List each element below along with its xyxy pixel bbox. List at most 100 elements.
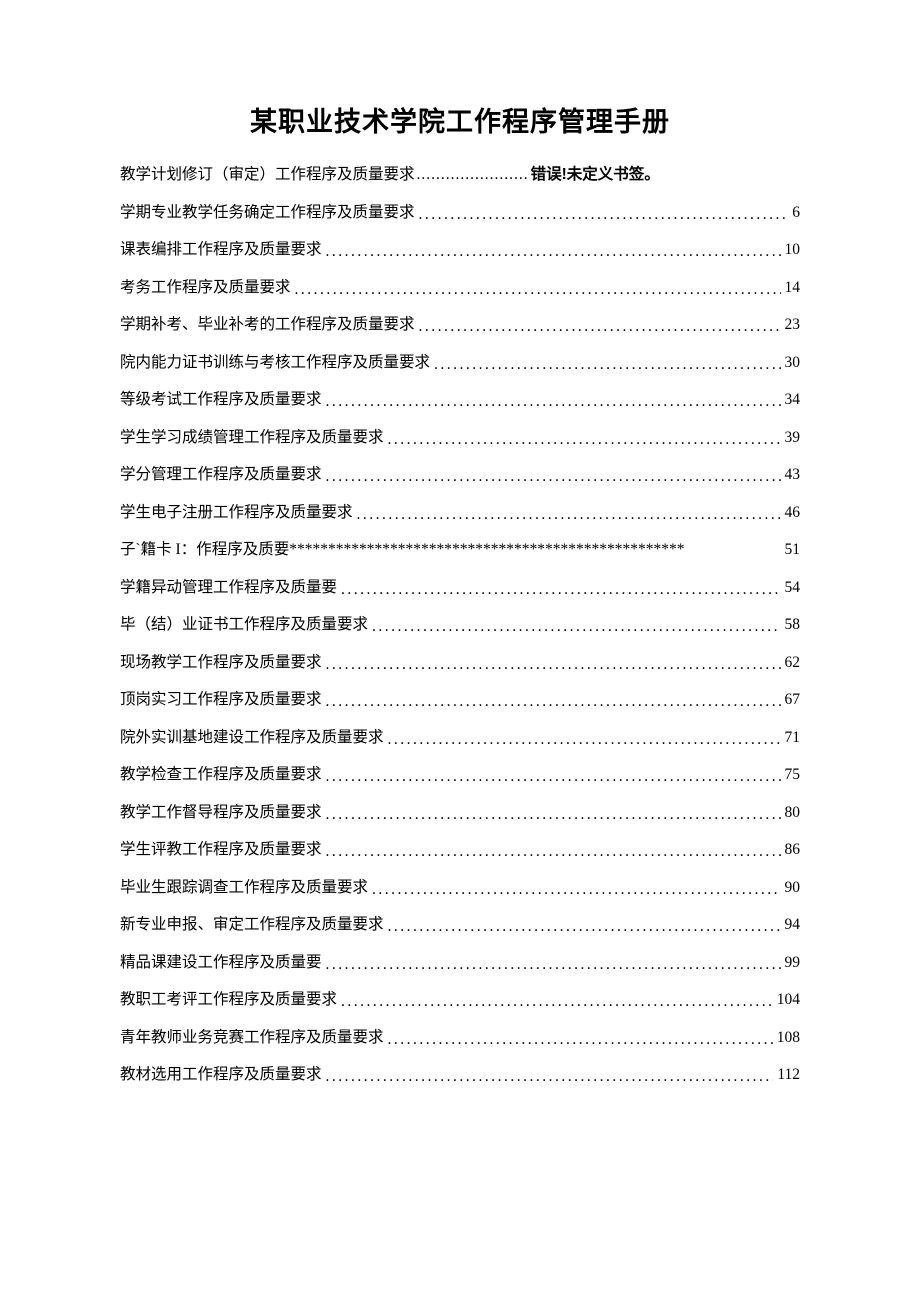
toc-entry: 毕业生跟踪调查工作程序及质量要求 90: [120, 880, 800, 896]
toc-leader: [326, 844, 781, 860]
toc-page: 99: [785, 955, 801, 971]
toc-page: 39: [785, 430, 801, 446]
toc-entry: 学分管理工作程序及质量要求 43: [120, 467, 800, 483]
toc-leader: [295, 282, 781, 298]
toc-page: 104: [777, 992, 800, 1008]
toc-leader: [388, 919, 781, 935]
toc-leader: [326, 807, 781, 823]
toc-label: 学生评教工作程序及质量要求: [120, 842, 322, 858]
toc-leader: [326, 1069, 774, 1085]
toc-label: 教学计划修订（审定）工作程序及质量要求: [120, 167, 415, 183]
toc-leader: [326, 244, 781, 260]
toc-page: 30: [785, 355, 801, 371]
toc-label: 等级考试工作程序及质量要求: [120, 392, 322, 408]
toc-entry: 顶岗实习工作程序及质量要求 67: [120, 692, 800, 708]
toc-leader: [326, 694, 781, 710]
toc-label: 学生电子注册工作程序及质量要求: [120, 505, 353, 521]
toc-label: 学籍异动管理工作程序及质量要: [120, 580, 337, 596]
toc-leader: [388, 432, 781, 448]
toc-label: 课表编排工作程序及质量要求: [120, 242, 322, 258]
toc-label: 顶岗实习工作程序及质量要求: [120, 692, 322, 708]
toc-entry: 教职工考评工作程序及质量要求 104: [120, 992, 800, 1008]
toc-leader: [419, 319, 781, 335]
toc-label: 子`籍卡 I：作程序及质要: [120, 542, 289, 558]
toc-page: 86: [785, 842, 801, 858]
table-of-contents: 教学计划修订（审定）工作程序及质量要求.....................…: [120, 167, 800, 1083]
toc-page: 46: [785, 505, 801, 521]
toc-entry: 院外实训基地建设工作程序及质量要求 71: [120, 730, 800, 746]
toc-page: 23: [785, 317, 801, 333]
toc-page: 108: [777, 1030, 800, 1046]
toc-entry: 学籍异动管理工作程序及质量要 54: [120, 580, 800, 596]
toc-entry: 学生电子注册工作程序及质量要求 46: [120, 505, 800, 521]
toc-page: 43: [785, 467, 801, 483]
toc-leader: .......................: [417, 167, 529, 183]
toc-leader: [326, 469, 781, 485]
toc-label: 青年教师业务竞赛工作程序及质量要求: [120, 1030, 384, 1046]
toc-label: 学生学习成绩管理工作程序及质量要求: [120, 430, 384, 446]
toc-entry: 子`籍卡 I：作程序及质要 51: [120, 542, 800, 558]
toc-label: 毕业生跟踪调查工作程序及质量要求: [120, 880, 368, 896]
toc-leader: [372, 882, 780, 898]
toc-entry: 等级考试工作程序及质量要求 34: [120, 392, 800, 408]
toc-leader: [388, 1032, 773, 1048]
toc-page: 14: [785, 280, 801, 296]
toc-entry: 教学计划修订（审定）工作程序及质量要求.....................…: [120, 167, 800, 183]
toc-entry: 学生评教工作程序及质量要求 86: [120, 842, 800, 858]
toc-label: 精品课建设工作程序及质量要: [120, 955, 322, 971]
toc-entry: 考务工作程序及质量要求 14: [120, 280, 800, 296]
toc-page: 112: [777, 1067, 800, 1083]
toc-page: 58: [785, 617, 801, 633]
toc-page: 6: [792, 205, 800, 221]
toc-label: 院内能力证书训练与考核工作程序及质量要求: [120, 355, 430, 371]
toc-page: 75: [785, 767, 801, 783]
toc-leader: [388, 732, 781, 748]
toc-leader: [326, 957, 781, 973]
toc-leader: [341, 994, 773, 1010]
toc-page: 94: [785, 917, 801, 933]
toc-page: 80: [785, 805, 801, 821]
toc-entry: 精品课建设工作程序及质量要 99: [120, 955, 800, 971]
toc-entry: 青年教师业务竞赛工作程序及质量要求 108: [120, 1030, 800, 1046]
toc-label: 现场教学工作程序及质量要求: [120, 655, 322, 671]
toc-error: 错误!未定义书签。: [531, 167, 660, 183]
toc-page: 51: [785, 542, 801, 558]
toc-entry: 新专业申报、审定工作程序及质量要求 94: [120, 917, 800, 933]
toc-entry: 教材选用工作程序及质量要求 112: [120, 1067, 800, 1083]
toc-entry: 现场教学工作程序及质量要求 62: [120, 655, 800, 671]
toc-label: 学期补考、毕业补考的工作程序及质量要求: [120, 317, 415, 333]
toc-label: 学分管理工作程序及质量要求: [120, 467, 322, 483]
toc-leader: [372, 619, 780, 635]
toc-label: 教职工考评工作程序及质量要求: [120, 992, 337, 1008]
toc-label: 新专业申报、审定工作程序及质量要求: [120, 917, 384, 933]
toc-leader: [326, 769, 781, 785]
toc-leader: [341, 582, 780, 598]
toc-leader: [419, 207, 789, 223]
toc-leader: [357, 507, 781, 523]
toc-entry: 学期专业教学任务确定工作程序及质量要求 6: [120, 205, 800, 221]
toc-leader-stars: [289, 542, 784, 558]
toc-page: 67: [785, 692, 801, 708]
toc-label: 教材选用工作程序及质量要求: [120, 1067, 322, 1083]
toc-entry: 毕（结）业证书工作程序及质量要求 58: [120, 617, 800, 633]
toc-entry: 教学检查工作程序及质量要求75: [120, 767, 800, 783]
toc-entry: 学期补考、毕业补考的工作程序及质量要求 23: [120, 317, 800, 333]
toc-label: 院外实训基地建设工作程序及质量要求: [120, 730, 384, 746]
toc-label: 教学工作督导程序及质量要求: [120, 805, 322, 821]
toc-entry: 学生学习成绩管理工作程序及质量要求 39: [120, 430, 800, 446]
document-title: 某职业技术学院工作程序管理手册: [120, 100, 800, 139]
toc-label: 学期专业教学任务确定工作程序及质量要求: [120, 205, 415, 221]
toc-page: 90: [785, 880, 801, 896]
toc-page: 71: [785, 730, 801, 746]
toc-leader: [326, 394, 781, 410]
toc-entry: 院内能力证书训练与考核工作程序及质量要求 30: [120, 355, 800, 371]
toc-page: 34: [785, 392, 801, 408]
toc-label: 毕（结）业证书工作程序及质量要求: [120, 617, 368, 633]
toc-leader: [434, 357, 780, 373]
toc-page: 62: [785, 655, 801, 671]
toc-label: 考务工作程序及质量要求: [120, 280, 291, 296]
toc-page: 54: [785, 580, 801, 596]
toc-entry: 课表编排工作程序及质量要求10: [120, 242, 800, 258]
toc-entry: 教学工作督导程序及质量要求 80: [120, 805, 800, 821]
toc-leader: [326, 657, 781, 673]
